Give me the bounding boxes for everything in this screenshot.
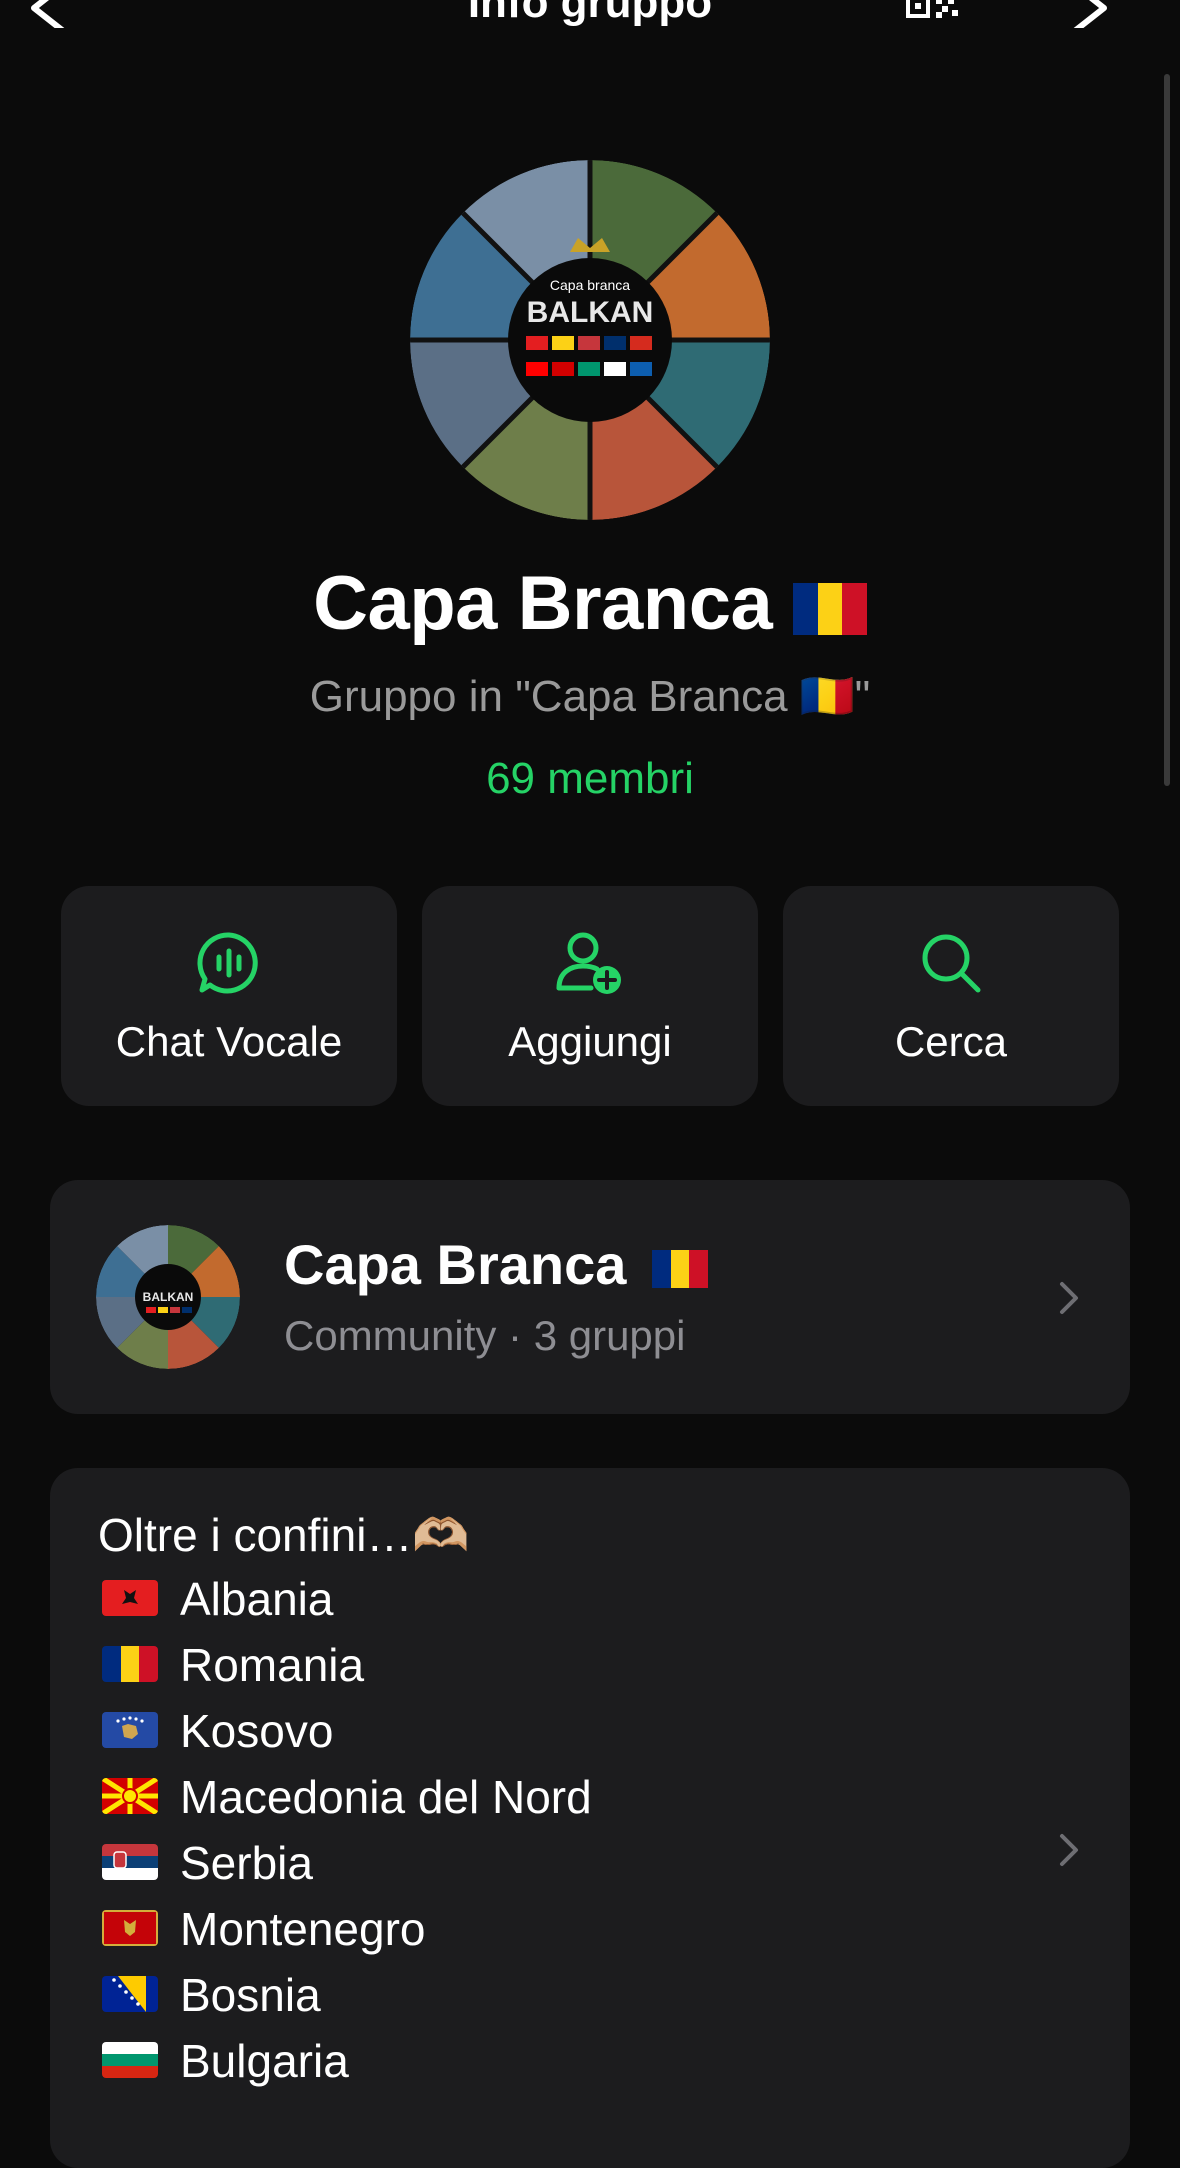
voice-chat-icon xyxy=(197,932,258,994)
north-macedonia-flag-icon xyxy=(102,1778,158,1814)
search-icon xyxy=(922,934,981,993)
chevron-right-icon xyxy=(1060,1282,1078,1314)
voice-chat-button[interactable]: Chat Vocale xyxy=(61,886,397,1106)
country-item: Kosovo xyxy=(180,1705,334,1757)
group-subtitle[interactable]: Gruppo in "Capa Branca 🇷🇴" xyxy=(0,670,1180,722)
albania-flag-icon xyxy=(102,1580,158,1616)
add-person-icon xyxy=(556,932,621,994)
chevron-right-icon xyxy=(1060,1834,1078,1866)
community-meta: Community · 3 gruppi xyxy=(284,1312,686,1359)
search-button[interactable]: Cerca xyxy=(783,886,1119,1106)
country-item: Bosnia xyxy=(180,1969,321,2021)
page-title: Info gruppo xyxy=(467,0,713,27)
svg-text:BALKAN: BALKAN xyxy=(527,296,654,329)
group-description-card[interactable]: Oltre i confini…🫶🏼 Albania Romania Kosov… xyxy=(50,1468,1130,2168)
country-item: Bulgaria xyxy=(180,2035,349,2087)
group-name: Capa Branca xyxy=(0,560,1180,647)
country-item: Albania xyxy=(180,1573,334,1625)
group-avatar[interactable]: Capa branca BALKAN xyxy=(410,160,770,520)
forward-chevron-icon[interactable] xyxy=(1066,0,1116,28)
search-label: Cerca xyxy=(894,1018,1008,1065)
bulgaria-flag-icon xyxy=(102,2042,158,2078)
member-count[interactable]: 69 membri xyxy=(0,754,1180,804)
qr-code-icon[interactable] xyxy=(906,0,966,24)
country-item: Serbia xyxy=(180,1837,313,1889)
svg-text:BALKAN: BALKAN xyxy=(143,1290,194,1304)
country-item: Romania xyxy=(180,1639,365,1691)
top-bar: Info gruppo xyxy=(0,0,1180,60)
romania-flag-icon xyxy=(102,1646,158,1682)
serbia-flag-icon xyxy=(102,1844,158,1880)
voice-chat-label: Chat Vocale xyxy=(115,1018,343,1065)
svg-text:Capa branca: Capa branca xyxy=(550,277,630,293)
romania-flag-icon xyxy=(792,582,867,635)
bosnia-flag-icon xyxy=(102,1976,158,2012)
montenegro-flag-icon xyxy=(102,1910,158,1946)
community-name: Capa Branca xyxy=(284,1232,708,1297)
kosovo-flag-icon xyxy=(102,1712,158,1748)
add-button[interactable]: Aggiungi xyxy=(422,886,758,1106)
add-label: Aggiungi xyxy=(508,1018,672,1065)
country-item: Macedonia del Nord xyxy=(180,1771,592,1823)
community-avatar: BALKAN xyxy=(96,1225,240,1369)
romania-flag-icon xyxy=(651,1250,708,1289)
description-intro: Oltre i confini…🫶🏼 xyxy=(98,1509,470,1561)
community-card[interactable]: BALKAN Capa Branca Community · 3 gruppi xyxy=(50,1180,1130,1414)
country-item: Montenegro xyxy=(180,1903,426,1955)
